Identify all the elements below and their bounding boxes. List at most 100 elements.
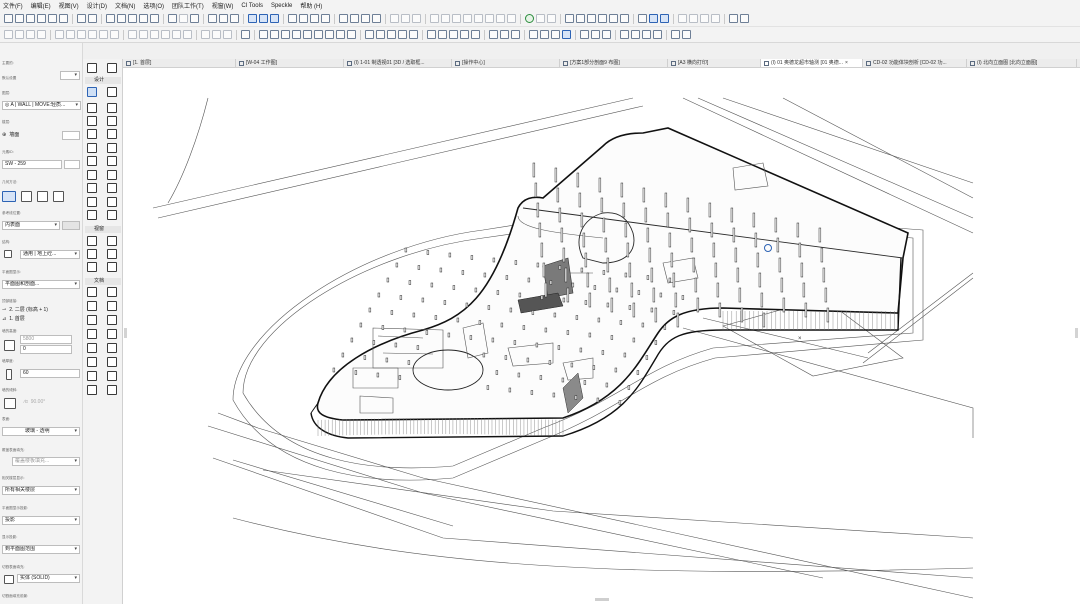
toolbox-tool-icon[interactable] bbox=[107, 63, 117, 73]
right-panel-handle[interactable] bbox=[1075, 328, 1078, 338]
toolbox-tool-icon[interactable] bbox=[107, 287, 117, 297]
override-select[interactable]: 覆盖楼板填充... bbox=[12, 457, 80, 466]
toolbar-button-icon[interactable] bbox=[248, 14, 257, 23]
toolbar-button-icon[interactable] bbox=[401, 14, 410, 23]
toolbar-button-icon[interactable] bbox=[219, 14, 228, 23]
toolbar-button-icon[interactable] bbox=[529, 30, 538, 39]
toolbar-button-icon[interactable] bbox=[336, 30, 345, 39]
toolbar-button-icon[interactable] bbox=[740, 14, 749, 23]
toolbar-button-icon[interactable] bbox=[587, 14, 596, 23]
toolbar-button-icon[interactable] bbox=[398, 30, 407, 39]
toolbox-tool-icon[interactable] bbox=[87, 197, 97, 207]
toolbar-button-icon[interactable] bbox=[576, 14, 585, 23]
toolbar-button-icon[interactable] bbox=[347, 30, 356, 39]
toolbar-button-icon[interactable] bbox=[540, 30, 549, 39]
toolbar-button-icon[interactable] bbox=[77, 30, 86, 39]
toolbox-tool-icon[interactable] bbox=[107, 343, 117, 353]
toolbar-button-icon[interactable] bbox=[460, 30, 469, 39]
toolbox-tool-icon[interactable] bbox=[107, 371, 117, 381]
plan-show-select[interactable]: 投影 bbox=[2, 516, 80, 525]
toolbox-tool-icon[interactable] bbox=[87, 249, 97, 259]
height-field[interactable]: 5800 bbox=[20, 335, 72, 344]
toolbar-button-icon[interactable] bbox=[292, 30, 301, 39]
toolbar-button-icon[interactable] bbox=[150, 30, 159, 39]
menu-item[interactable]: 视图(V) bbox=[59, 1, 79, 10]
polygon-wall-button[interactable] bbox=[53, 191, 64, 202]
thickness-field[interactable]: 60 bbox=[20, 369, 80, 378]
toolbox-tool-icon[interactable] bbox=[87, 183, 97, 193]
toolbar-button-icon[interactable] bbox=[547, 14, 556, 23]
toolbar-button-icon[interactable] bbox=[172, 30, 181, 39]
toolbox-tool-icon[interactable] bbox=[87, 262, 97, 272]
toolbar-button-icon[interactable] bbox=[48, 14, 57, 23]
toolbar-button-icon[interactable] bbox=[671, 30, 680, 39]
toolbox-tool-icon[interactable] bbox=[107, 236, 117, 246]
toolbar-button-icon[interactable] bbox=[128, 30, 137, 39]
toolbar-button-icon[interactable] bbox=[201, 30, 210, 39]
toolbox-tool-icon[interactable] bbox=[107, 357, 117, 367]
toolbar-button-icon[interactable] bbox=[59, 14, 68, 23]
id-manager-button[interactable] bbox=[64, 160, 80, 169]
toolbar-button-icon[interactable] bbox=[438, 30, 447, 39]
toolbox-tool-icon[interactable] bbox=[107, 143, 117, 153]
view-tab[interactable]: [W-04 工作图] bbox=[236, 59, 344, 67]
toolbar-button-icon[interactable] bbox=[642, 30, 651, 39]
menu-item[interactable]: 设计(D) bbox=[87, 1, 107, 10]
toolbox-tool-icon[interactable] bbox=[87, 63, 97, 73]
toolbox-tool-icon[interactable] bbox=[107, 301, 117, 311]
toolbar-button-icon[interactable] bbox=[168, 14, 177, 23]
toolbar-button-icon[interactable] bbox=[500, 30, 509, 39]
menu-item[interactable]: 选项(O) bbox=[143, 1, 164, 10]
toolbar-button-icon[interactable] bbox=[26, 30, 35, 39]
toolbox-tool-icon[interactable] bbox=[87, 129, 97, 139]
toolbar-button-icon[interactable] bbox=[139, 30, 148, 39]
toolbar-button-icon[interactable] bbox=[474, 14, 483, 23]
toolbox-tool-icon[interactable] bbox=[107, 129, 117, 139]
toolbox-tool-icon[interactable] bbox=[87, 315, 97, 325]
toolbar-button-icon[interactable] bbox=[190, 14, 199, 23]
toolbar-button-icon[interactable] bbox=[223, 30, 232, 39]
toolbox-tool-icon[interactable] bbox=[107, 103, 117, 113]
toolbar-button-icon[interactable] bbox=[729, 14, 738, 23]
left-panel-handle[interactable] bbox=[124, 328, 127, 338]
toolbar-button-icon[interactable] bbox=[620, 30, 629, 39]
close-tab-icon[interactable]: × bbox=[845, 59, 848, 67]
toolbox-tool-icon[interactable] bbox=[87, 87, 97, 97]
toolbar-button-icon[interactable] bbox=[638, 14, 647, 23]
toolbox-tool-icon[interactable] bbox=[87, 170, 97, 180]
top-link-row[interactable]: ⇀ 2. 二层 (标高 + 1) bbox=[2, 306, 48, 315]
toolbox-tool-icon[interactable] bbox=[107, 116, 117, 126]
toolbar-button-icon[interactable] bbox=[117, 14, 126, 23]
toolbar-button-icon[interactable] bbox=[653, 30, 662, 39]
element-id-field[interactable]: SW - 259 bbox=[2, 160, 62, 169]
toolbar-button-icon[interactable] bbox=[281, 30, 290, 39]
offset-field[interactable]: 0 bbox=[20, 345, 72, 354]
trapezoid-wall-button[interactable] bbox=[37, 191, 48, 202]
toolbar-button-icon[interactable] bbox=[711, 14, 720, 23]
toolbar-button-icon[interactable] bbox=[321, 14, 330, 23]
toolbar-button-icon[interactable] bbox=[536, 14, 545, 23]
toolbar-button-icon[interactable] bbox=[241, 30, 250, 39]
slant-row[interactable]: ∕α 90.00° bbox=[24, 398, 45, 407]
menu-item[interactable]: 文档(N) bbox=[115, 1, 135, 10]
toolbox-tool-icon[interactable] bbox=[107, 197, 117, 207]
toolbox-section-header[interactable]: 设计 bbox=[85, 77, 121, 84]
toolbar-button-icon[interactable] bbox=[259, 14, 268, 23]
view-tab[interactable]: (I) 北向立面图 [北向立面图] bbox=[967, 59, 1077, 67]
toolbar-button-icon[interactable] bbox=[55, 30, 64, 39]
toolbar-button-icon[interactable] bbox=[580, 30, 589, 39]
toolbar-button-icon[interactable] bbox=[339, 14, 348, 23]
menu-item[interactable]: Speckle bbox=[271, 3, 292, 9]
view-tab[interactable]: [1. 首层] bbox=[123, 59, 236, 67]
straight-wall-button[interactable] bbox=[2, 191, 16, 202]
toolbar-button-icon[interactable] bbox=[139, 14, 148, 23]
toolbox-tool-icon[interactable] bbox=[87, 301, 97, 311]
toolbar-button-icon[interactable] bbox=[150, 14, 159, 23]
toolbar-button-icon[interactable] bbox=[99, 30, 108, 39]
toolbar-button-icon[interactable] bbox=[350, 14, 359, 23]
view-tab[interactable]: [操作中心] bbox=[452, 59, 560, 67]
bottom-scroll-handle[interactable] bbox=[595, 598, 609, 601]
toolbar-button-icon[interactable] bbox=[507, 14, 516, 23]
menu-item[interactable]: CI Tools bbox=[241, 3, 263, 9]
toolbar-button-icon[interactable] bbox=[183, 30, 192, 39]
